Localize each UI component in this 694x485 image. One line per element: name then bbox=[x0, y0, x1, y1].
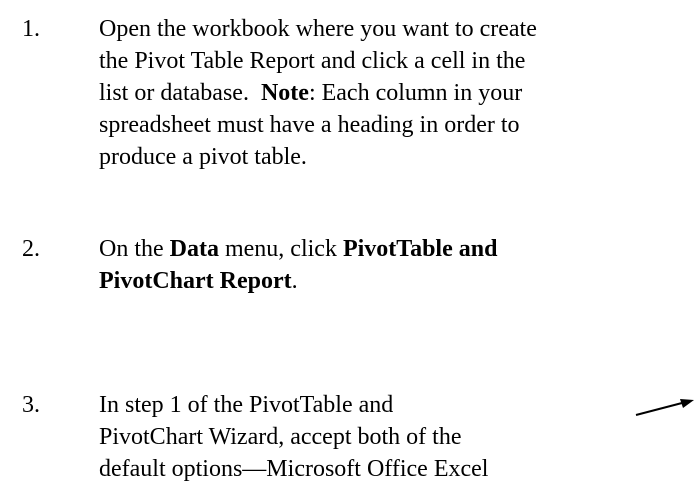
step-line: On the Data menu, click PivotTable and bbox=[99, 233, 689, 265]
text-run: In step 1 of the PivotTable and bbox=[99, 392, 394, 418]
step-number: 2. bbox=[22, 236, 40, 262]
bold-text-run: PivotChart Report bbox=[99, 268, 292, 294]
text-run: the Pivot Table Report and click a cell … bbox=[99, 48, 526, 74]
step-number: 1. bbox=[22, 16, 40, 42]
text-run: list or database. bbox=[99, 80, 261, 106]
step-text: In step 1 of the PivotTable and PivotCha… bbox=[99, 389, 689, 485]
bold-text-run: Data bbox=[169, 236, 219, 262]
step-line: PivotChart Wizard, accept both of the bbox=[99, 421, 689, 453]
step-line: default options—Microsoft Office Excel bbox=[99, 453, 689, 485]
step-number: 3. bbox=[22, 392, 40, 418]
text-run: default options—Microsoft Office Excel bbox=[99, 456, 489, 482]
text-run: On the bbox=[99, 236, 170, 262]
step-line: spreadsheet must have a heading in order… bbox=[99, 109, 689, 141]
step-line: In step 1 of the PivotTable and bbox=[99, 389, 689, 421]
step-line: produce a pivot table. bbox=[99, 141, 689, 173]
bold-text-run: PivotTable and bbox=[342, 236, 498, 262]
step-text: On the Data menu, click PivotTable and P… bbox=[99, 233, 689, 297]
bold-text-run: Note bbox=[260, 80, 309, 106]
text-run: PivotChart Wizard, accept both of the bbox=[99, 424, 462, 450]
arrow-icon bbox=[635, 399, 694, 416]
text-run: . bbox=[291, 268, 298, 294]
step-text: Open the workbook where you want to crea… bbox=[99, 13, 689, 173]
step-line: Open the workbook where you want to crea… bbox=[99, 13, 689, 45]
text-run: Open the workbook where you want to crea… bbox=[99, 16, 537, 42]
step-line: PivotChart Report. bbox=[99, 265, 689, 297]
step-line: the Pivot Table Report and click a cell … bbox=[99, 45, 689, 77]
text-run: produce a pivot table. bbox=[99, 144, 307, 170]
document-page: 1. Open the workbook where you want to c… bbox=[0, 0, 694, 484]
text-run: menu, click bbox=[218, 236, 343, 262]
step-line: list or database. Note: Each column in y… bbox=[99, 77, 689, 109]
text-run: : Each column in your bbox=[308, 80, 523, 106]
text-run: spreadsheet must have a heading in order… bbox=[99, 112, 520, 138]
